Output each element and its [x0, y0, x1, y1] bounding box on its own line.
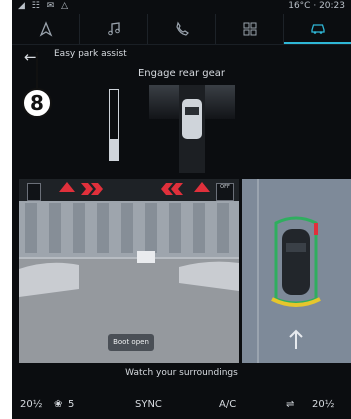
clock: 20:23	[319, 1, 345, 11]
gear-gauge-fill	[110, 139, 118, 160]
callout-line	[36, 52, 38, 92]
sync-button[interactable]: SYNC	[135, 399, 162, 410]
car-top-icon	[182, 99, 202, 139]
phone-icon	[175, 21, 189, 36]
radar-view	[242, 179, 351, 363]
back-arrow-icon[interactable]: ←	[24, 48, 37, 66]
page-title: Easy park assist	[54, 49, 127, 59]
tab-music[interactable]	[80, 14, 148, 44]
climate-bar: 20½ ❀ 5 SYNC A/C ⇌ 20½	[12, 392, 351, 419]
instruction-text: Engage rear gear	[137, 68, 225, 79]
tab-apps[interactable]	[216, 14, 284, 44]
tab-vehicle[interactable]	[284, 14, 351, 44]
page-header: ← Easy park assist	[12, 44, 351, 67]
radar-image	[242, 179, 351, 363]
right-temperature[interactable]: 20½	[312, 399, 334, 410]
main-tab-bar	[12, 14, 351, 44]
sensors-off-label: OFF	[220, 184, 230, 190]
car-top-radar-icon	[282, 229, 310, 295]
tab-navigation[interactable]	[12, 14, 80, 44]
apps-icon	[243, 22, 256, 36]
status-icons: ◢ ☷ ✉ △	[18, 1, 71, 11]
tab-phone[interactable]	[148, 14, 216, 44]
status-right: 16°C · 20:23	[288, 1, 345, 11]
infotainment-screen: ◢ ☷ ✉ △ 16°C · 20:23 ← Easy park assist …	[12, 0, 351, 419]
airflow-icon[interactable]: ⇌	[286, 399, 294, 410]
status-bar: ◢ ☷ ✉ △ 16°C · 20:23	[12, 0, 351, 14]
fan-icon: ❀	[54, 399, 63, 410]
car-icon	[310, 24, 325, 34]
ac-button[interactable]: A/C	[219, 399, 236, 410]
navigation-icon	[39, 21, 52, 37]
boot-open-button[interactable]: Boot open	[108, 334, 154, 351]
music-icon	[107, 22, 120, 36]
sensors-off-button[interactable]: OFF	[216, 183, 234, 201]
left-temperature[interactable]: 20½	[20, 399, 42, 410]
callout-number: 8	[22, 88, 52, 118]
outside-temperature: 16°C	[288, 1, 311, 11]
surroundings-message: Watch your surroundings	[125, 368, 238, 378]
parking-top-view	[149, 85, 235, 173]
camera-view-toggle[interactable]	[27, 183, 41, 201]
gear-gauge	[109, 89, 119, 161]
fan-level[interactable]: 5	[68, 399, 74, 410]
